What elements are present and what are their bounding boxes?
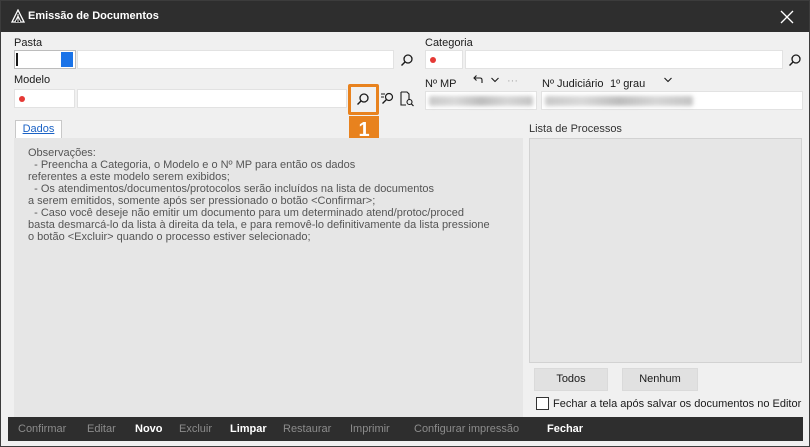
observation-line: basta desmarcá-lo da lista à direita da …: [28, 219, 490, 231]
novo-button[interactable]: Novo: [135, 423, 163, 435]
modelo-filter-search-button[interactable]: [379, 90, 397, 108]
undo-button[interactable]: [469, 71, 487, 89]
categoria-code-input[interactable]: [425, 50, 463, 69]
observations-text: Observações: - Preencha a Categoria, o M…: [28, 147, 518, 243]
app-logo-icon: [11, 9, 25, 23]
emissao-documentos-window: Emissão de Documentos Pasta Categoria Mo…: [0, 0, 810, 447]
modelo-label: Modelo: [14, 74, 51, 86]
tab-dados[interactable]: Dados: [15, 120, 62, 139]
categoria-label: Categoria: [425, 37, 473, 49]
observation-line: - Caso você deseje não emitir um documen…: [28, 207, 464, 219]
pasta-lookup-toggle[interactable]: [61, 52, 73, 67]
observation-line: o botão <Excluir> quando o processo esti…: [28, 231, 311, 243]
required-indicator: [19, 96, 25, 102]
modelo-name-input[interactable]: [77, 89, 347, 108]
observation-line: - Preencha a Categoria, o Modelo e o Nº …: [28, 159, 356, 171]
grau-label: 1º grau: [610, 78, 646, 90]
modelo-code-input[interactable]: [14, 89, 75, 108]
editar-button[interactable]: Editar: [87, 423, 116, 435]
pasta-search-button[interactable]: [398, 51, 416, 69]
pasta-code-input[interactable]: [14, 50, 76, 69]
pasta-name-input[interactable]: [77, 50, 394, 69]
fechar-tela-label[interactable]: Fechar a tela após salvar os documentos …: [553, 398, 801, 410]
chevron-down-icon: [491, 77, 499, 83]
title-bar: Emissão de Documentos: [1, 1, 809, 32]
undo-icon: [473, 75, 483, 83]
text-cursor: [16, 53, 18, 66]
redacted-value: [429, 96, 533, 106]
lista-processos[interactable]: [529, 138, 802, 363]
observation-line: - Os atendimentos/documentos/protocolos …: [28, 183, 435, 195]
lista-processos-label: Lista de Processos: [529, 123, 622, 135]
close-icon: [780, 10, 794, 23]
search-document-icon: [400, 91, 414, 107]
confirmar-button[interactable]: Confirmar: [18, 423, 66, 435]
fechar-button[interactable]: Fechar: [547, 423, 583, 435]
search-filter-icon: [381, 92, 394, 104]
observation-line: referentes a este modelo serem exibidos;: [28, 171, 230, 183]
footer-toolbar: Confirmar Editar Novo Excluir Limpar Res…: [8, 417, 803, 441]
nmp-more-options[interactable]: ···: [507, 75, 518, 87]
excluir-button[interactable]: Excluir: [179, 423, 212, 435]
nmp-input[interactable]: [425, 91, 537, 110]
dados-panel: Observações: - Preencha a Categoria, o M…: [14, 138, 523, 438]
njudiciario-input[interactable]: [541, 91, 803, 110]
pasta-label: Pasta: [14, 37, 43, 49]
chevron-down-icon: [664, 77, 672, 83]
modelo-document-search-button[interactable]: [398, 90, 416, 108]
nmp-label: Nº MP: [425, 78, 457, 90]
grau-dropdown-button[interactable]: [659, 71, 677, 89]
restaurar-button[interactable]: Restaurar: [283, 423, 331, 435]
search-icon: [789, 54, 801, 66]
required-indicator: [430, 57, 436, 63]
categoria-name-input[interactable]: [465, 50, 783, 69]
njudiciario-label: Nº Judiciário: [542, 78, 604, 90]
limpar-button[interactable]: Limpar: [230, 423, 267, 435]
observation-line: Observações:: [28, 147, 96, 159]
redacted-value: [545, 96, 693, 106]
fechar-tela-checkbox[interactable]: [536, 397, 549, 410]
categoria-search-button[interactable]: [786, 51, 804, 69]
observation-line: a serem emitidos, somente após ser press…: [28, 195, 376, 207]
imprimir-button[interactable]: Imprimir: [350, 423, 390, 435]
nmp-dropdown-button[interactable]: [486, 71, 504, 89]
annotation-highlight-box: [348, 84, 379, 115]
nenhum-button[interactable]: Nenhum: [622, 368, 698, 391]
todos-button[interactable]: Todos: [534, 368, 608, 391]
search-icon: [401, 54, 413, 66]
configurar-impressao-button[interactable]: Configurar impressão: [414, 423, 519, 435]
window-title: Emissão de Documentos: [28, 10, 159, 22]
close-button[interactable]: [765, 1, 809, 32]
